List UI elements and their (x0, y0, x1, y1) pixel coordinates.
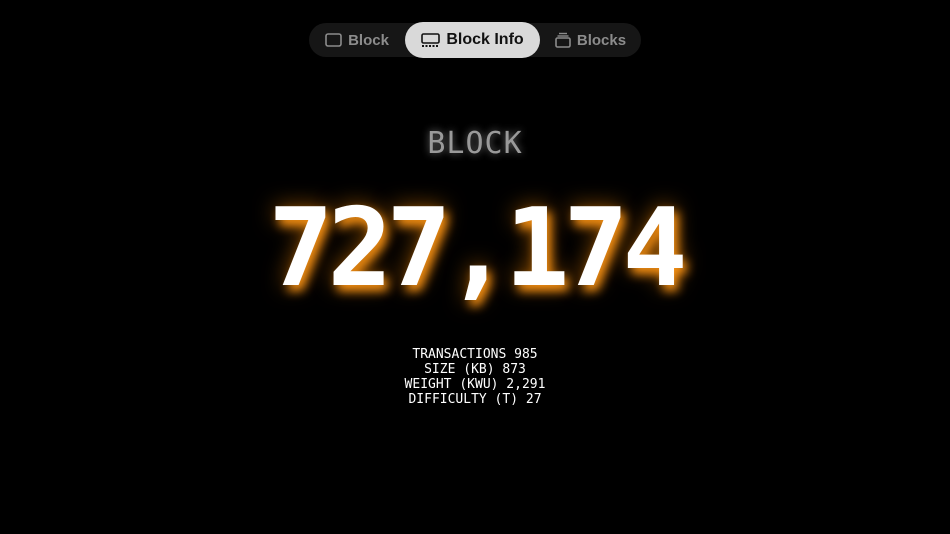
stat-size: SIZE (KB) 873 (0, 362, 950, 377)
tab-blocks[interactable]: Blocks (540, 23, 641, 57)
tab-blocks-label: Blocks (576, 31, 627, 49)
tab-bar: Block Block Info Blocks (309, 22, 641, 58)
stat-label: DIFFICULTY (T) (408, 392, 519, 407)
tab-block-info-label: Block Info (446, 31, 524, 48)
tab-block[interactable]: Block (309, 23, 405, 57)
tab-block-label: Block (348, 31, 389, 49)
monitor-icon (421, 32, 441, 48)
block-height: 727,174 (268, 186, 687, 311)
stat-value: 2,291 (506, 377, 546, 392)
tab-block-info[interactable]: Block Info (405, 22, 540, 58)
stat-difficulty: DIFFICULTY (T) 27 (0, 392, 950, 407)
stat-label: WEIGHT (KWU) (404, 377, 499, 392)
stat-value: 873 (502, 362, 526, 377)
stat-weight: WEIGHT (KWU) 2,291 (0, 377, 950, 392)
stat-value: 985 (514, 347, 538, 362)
stat-label: TRANSACTIONS (412, 347, 507, 362)
stack-icon (555, 32, 571, 48)
stat-label: SIZE (KB) (424, 362, 495, 377)
stat-value: 27 (525, 392, 542, 407)
block-label: BLOCK (427, 126, 523, 161)
stat-transactions: TRANSACTIONS 985 (0, 347, 950, 362)
square-icon (325, 33, 342, 47)
block-stats: TRANSACTIONS 985 SIZE (KB) 873 WEIGHT (K… (0, 347, 950, 407)
